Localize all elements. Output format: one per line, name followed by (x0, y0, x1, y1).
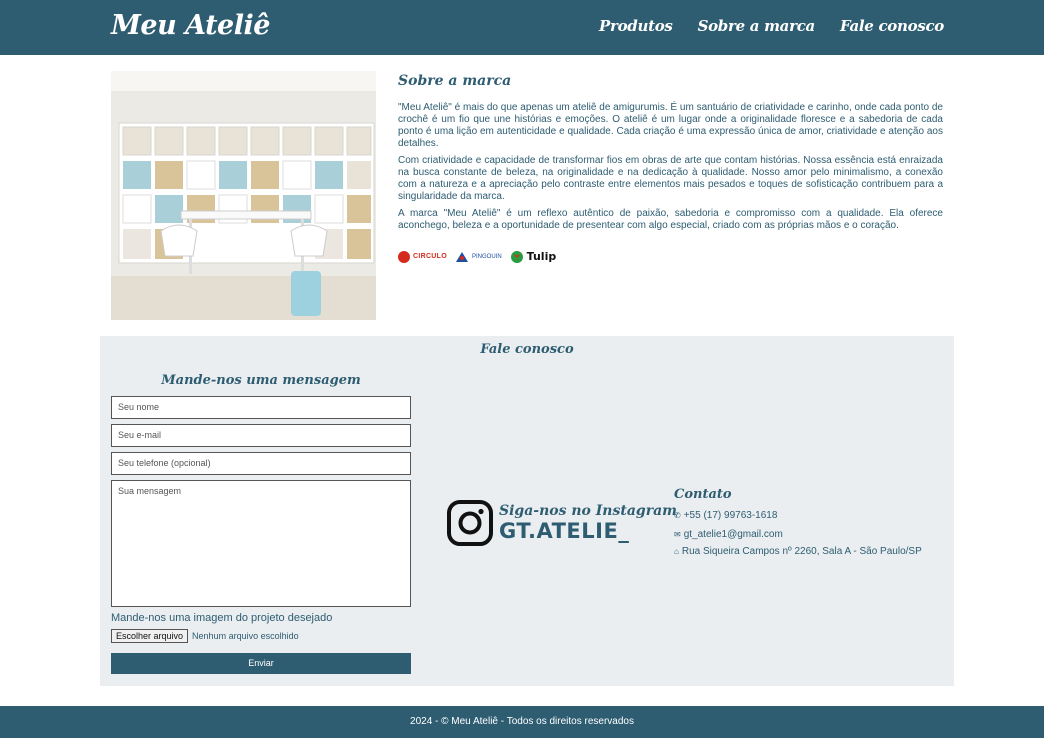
contact-address: ⌂ Rua Siqueira Campos nº 2260, Sala A - … (674, 546, 922, 557)
instagram-follow-label: Siga-nos no Instagram (499, 503, 677, 519)
atelier-photo (111, 71, 376, 320)
file-status: Nenhum arquivo escolhido (192, 631, 299, 641)
penguin-icon (456, 251, 468, 262)
contact-address-value: Rua Siqueira Campos nº 2260, Sala A - Sã… (681, 546, 922, 557)
brand-logos: CIRCULO PINGOUIN Tulip (398, 250, 556, 263)
contact-email: ✉ gt_atelie1@gmail.com (674, 529, 783, 540)
site-footer: 2024 - © Meu Ateliê - Todos os direitos … (0, 706, 1044, 738)
form-title: Mande-nos uma mensagem (161, 373, 361, 388)
site-logo[interactable]: Meu Ateliê (111, 10, 270, 41)
footer-copyright: 2024 - © Meu Ateliê - Todos os direitos … (410, 716, 634, 727)
nav-link-fale-conosco[interactable]: Fale conosco (840, 17, 944, 35)
site-header: Meu Ateliê Produtos Sobre a marca Fale c… (0, 0, 1044, 55)
about-paragraph: A marca "Meu Ateliê" é um reflexo autênt… (398, 208, 943, 231)
name-field[interactable]: Seu nome (111, 396, 411, 419)
message-field[interactable]: Sua mensagem (111, 480, 411, 607)
mail-icon: ✉ (674, 530, 681, 539)
phone-icon: ✆ (674, 511, 681, 520)
brand-tulip-logo: Tulip (510, 250, 556, 263)
home-icon: ⌂ (674, 547, 679, 556)
nav-link-sobre-a-marca[interactable]: Sobre a marca (698, 17, 816, 35)
phone-field[interactable]: Seu telefone (opcional) (111, 452, 411, 475)
about-text: "Meu Ateliê" é mais do que apenas um ate… (398, 102, 943, 237)
contact-info-title: Contato (674, 487, 732, 502)
instagram-text: Siga-nos no Instagram GT.ATELIE_ (499, 503, 677, 543)
circulo-icon (398, 250, 410, 263)
atelier-room-illustration (111, 71, 376, 320)
about-paragraph: "Meu Ateliê" é mais do que apenas um ate… (398, 102, 943, 149)
about-paragraph: Com criatividade e capacidade de transfo… (398, 155, 943, 202)
email-field[interactable]: Seu e-mail (111, 424, 411, 447)
nav-link-produtos[interactable]: Produtos (599, 17, 673, 35)
contact-phone: ✆ +55 (17) 99763-1618 (674, 510, 777, 521)
send-button[interactable]: Enviar (111, 653, 411, 674)
about-title: Sobre a marca (398, 73, 512, 89)
choose-file-button[interactable]: Escolher arquivo (111, 629, 189, 643)
contact-title: Fale conosco (480, 342, 574, 357)
main-nav: Produtos Sobre a marca Fale conosco (599, 17, 944, 35)
instagram-link[interactable]: Siga-nos no Instagram GT.ATELIE_ (447, 500, 677, 546)
instagram-icon (447, 500, 493, 546)
file-upload-label: Mande-nos uma imagem do projeto desejado (111, 612, 333, 624)
file-upload: Escolher arquivo Nenhum arquivo escolhid… (111, 629, 299, 643)
brand-pingouin-logo: PINGOUIN (455, 251, 502, 262)
tulip-icon (510, 250, 523, 263)
brand-circulo-logo: CIRCULO (398, 250, 447, 263)
instagram-handle[interactable]: GT.ATELIE_ (499, 519, 677, 543)
contact-section: Fale conosco Mande-nos uma mensagem Seu … (100, 336, 954, 686)
contact-email-value[interactable]: gt_atelie1@gmail.com (684, 529, 783, 540)
contact-phone-value[interactable]: +55 (17) 99763-1618 (684, 510, 778, 521)
